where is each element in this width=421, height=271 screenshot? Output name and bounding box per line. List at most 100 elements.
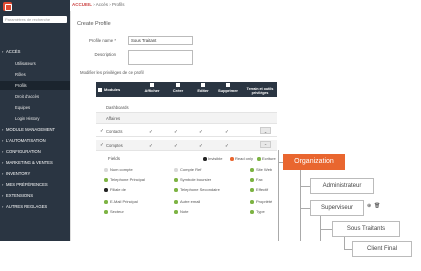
field-permission-dot[interactable] (250, 210, 254, 214)
field-permission-dot[interactable] (174, 210, 178, 214)
header-modules[interactable]: Modules (98, 87, 128, 92)
field-label: Telephone Secondaire (180, 187, 220, 192)
sidebar-item-label: MARKETING & VENTES (6, 160, 53, 165)
org-connector (278, 150, 279, 241)
expand-button[interactable]: ⌃ (260, 141, 271, 148)
permission-checkbox[interactable]: ✓ (174, 143, 178, 149)
sidebar-item[interactable]: Equipes (0, 103, 70, 112)
app-logo[interactable] (3, 2, 12, 11)
permission-checkbox[interactable]: ✓ (199, 143, 203, 149)
header-tools: Terrain et outils privilèges (246, 87, 274, 95)
field-permission-dot[interactable] (174, 188, 178, 192)
permission-checkbox[interactable]: ✓ (199, 129, 203, 135)
sidebar-item[interactable]: › MES PRÉFÉRENCES (0, 180, 70, 189)
header-creer-label: Créer (172, 88, 184, 93)
sidebar-item-label: Rôles (15, 72, 26, 77)
sidebar-item[interactable]: › CONFIGURATION (0, 147, 70, 156)
chevron-right-icon: › (2, 182, 4, 187)
row-checkbox[interactable]: ✓ (100, 128, 104, 134)
sidebar-item-label: Profils (15, 83, 27, 88)
field-label: Telephone Principal (110, 177, 145, 182)
privileges-section-title: Modifier les privilèges de ce profil (80, 70, 144, 75)
sidebar-item[interactable]: › L'AUTOMATISATION (0, 136, 70, 145)
breadcrumb-path: › Accès › Profils (93, 2, 125, 7)
field-label: Autre email (180, 199, 201, 204)
field-permission-dot[interactable] (104, 168, 108, 172)
table-row: Affaires (96, 113, 277, 124)
sidebar-item[interactable]: › MARKETING & VENTES (0, 158, 70, 167)
permission-checkbox[interactable]: ✓ (149, 129, 153, 135)
sidebar-item-label: AUTRES REGLAGES (6, 204, 48, 209)
sidebar-item[interactable]: Utilisateurs (0, 59, 70, 68)
org-connector (300, 186, 310, 187)
legend-write-dot (257, 157, 261, 161)
topbar: ACCUEIL › Accès › Profils (70, 0, 421, 11)
field-label: Propriété (256, 199, 273, 204)
sidebar-item-label: EXTENSIONS (6, 193, 33, 198)
fields-title: Fields (108, 156, 121, 161)
header-supprimer[interactable]: Supprimer (215, 83, 241, 93)
field-permission-dot[interactable] (250, 188, 254, 192)
field-label: Type (256, 209, 265, 214)
org-connector (300, 208, 310, 209)
org-node-sous-traitants[interactable]: Sous Traitants (332, 221, 400, 237)
field-permission-dot[interactable] (250, 178, 254, 182)
field-permission-dot[interactable] (104, 178, 108, 182)
row-checkbox[interactable]: ✓ (100, 142, 104, 148)
header-editer[interactable]: Editer (191, 83, 215, 93)
org-node-client-final[interactable]: Client Final (352, 241, 412, 257)
select-all-checkbox[interactable] (98, 87, 102, 92)
sidebar-item[interactable]: › ACCÈS (0, 47, 70, 56)
org-node-organization[interactable]: Organization (283, 154, 345, 170)
header-supprimer-label: Supprimer (217, 88, 238, 93)
field-permission-dot[interactable] (104, 210, 108, 214)
permission-checkbox[interactable]: ✓ (225, 129, 229, 135)
org-node-superviseur[interactable]: Superviseur (310, 200, 364, 216)
sidebar-item[interactable]: › INVENTORY (0, 169, 70, 178)
sidebar-item[interactable]: › EXTENSIONS (0, 191, 70, 200)
field-permission-dot[interactable] (250, 200, 254, 204)
expand-button[interactable]: ⌄ (260, 127, 271, 134)
chevron-right-icon: › (2, 149, 4, 154)
sidebar-item-label: Utilisateurs (15, 61, 36, 66)
sidebar-item[interactable]: Rôles (0, 70, 70, 79)
sidebar-item[interactable]: Droit d'accès (0, 92, 70, 101)
row-module-label: Comptes (106, 143, 123, 148)
sidebar-item-label: Equipes (15, 105, 31, 110)
page-title: Create Profile (77, 21, 111, 27)
legend-readonly-label: Read only (235, 156, 254, 161)
sidebar-item-label: CONFIGURATION (6, 149, 41, 154)
chevron-right-icon: › (2, 193, 4, 198)
legend-invisible-label: Invisible (208, 156, 223, 161)
sidebar-item[interactable]: Profils (0, 81, 70, 90)
field-permission-dot[interactable] (104, 188, 108, 192)
field-permission-dot[interactable] (174, 200, 178, 204)
sidebar-item-label: Droit d'accès (15, 94, 40, 99)
org-node-administrateur[interactable]: Administrateur (310, 178, 374, 194)
permission-checkbox[interactable]: ✓ (149, 143, 153, 149)
legend-write-label: Ecriture (262, 156, 276, 161)
sidebar: Paramètres de recherche › ACCÈS Utilisateu… (0, 0, 70, 241)
profile-name-input[interactable]: Sous Traitant (128, 36, 193, 45)
sidebar-item[interactable]: › AUTRES REGLAGES (0, 202, 70, 211)
permission-checkbox[interactable]: ✓ (225, 143, 229, 149)
field-permission-dot[interactable] (174, 168, 178, 172)
search-input[interactable]: Paramètres de recherche (3, 16, 67, 23)
breadcrumb-home[interactable]: ACCUEIL (72, 2, 92, 7)
permission-checkbox[interactable]: ✓ (174, 129, 178, 135)
field-permission-dot[interactable] (174, 178, 178, 182)
field-label: Filiale de (110, 187, 127, 192)
delete-icon[interactable]: 🗑 (374, 203, 380, 209)
field-permission-dot[interactable] (250, 168, 254, 172)
header-creer[interactable]: Créer (166, 83, 190, 93)
row-module-label: Contacts (106, 129, 123, 134)
org-connector (344, 237, 345, 249)
sidebar-item[interactable]: Login History (0, 114, 70, 123)
sidebar-item-label: MES PRÉFÉRENCES (6, 182, 48, 187)
header-afficher[interactable]: Afficher (140, 83, 164, 93)
chevron-right-icon: › (2, 127, 4, 132)
sidebar-item[interactable]: › MODULE MANAGEMENT (0, 125, 70, 134)
description-textarea[interactable] (128, 50, 193, 65)
add-icon[interactable]: ⊕ (367, 203, 371, 209)
field-permission-dot[interactable] (104, 200, 108, 204)
